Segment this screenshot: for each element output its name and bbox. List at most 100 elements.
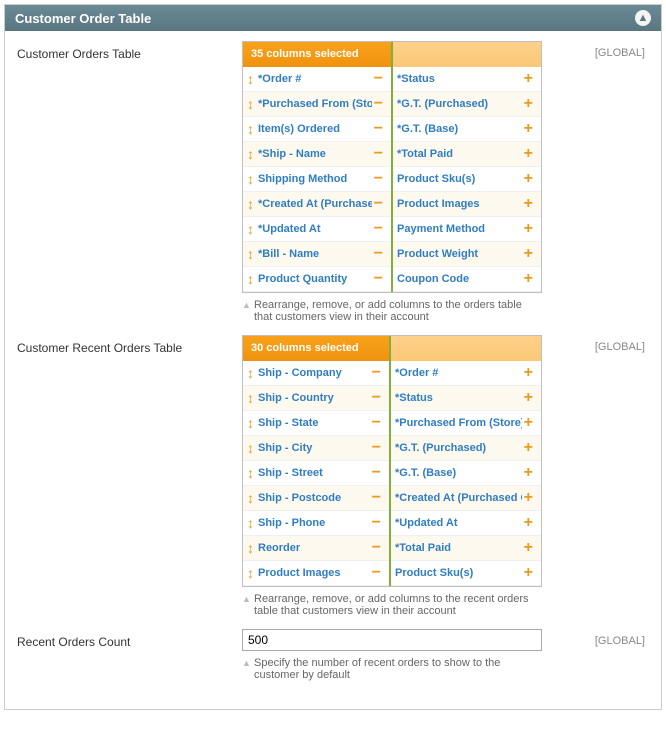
drag-handle-icon[interactable]: ↕	[247, 441, 254, 455]
column-item[interactable]: ↕Ship - Phone−	[243, 511, 389, 536]
column-item[interactable]: *G.T. (Base)+	[391, 461, 541, 486]
drag-handle-icon[interactable]: ↕	[247, 172, 254, 186]
add-icon[interactable]: +	[522, 246, 535, 262]
add-icon[interactable]: +	[522, 196, 535, 212]
column-item[interactable]: ↕Reorder−	[243, 536, 389, 561]
column-item[interactable]: ↕ Product Quantity−	[243, 267, 391, 292]
add-icon[interactable]: +	[522, 271, 535, 287]
remove-icon[interactable]: −	[372, 221, 385, 237]
column-item[interactable]: ↕Shipping Method−	[243, 167, 391, 192]
add-icon[interactable]: +	[522, 465, 535, 481]
remove-icon[interactable]: −	[372, 246, 385, 262]
drag-handle-icon[interactable]: ↕	[247, 247, 254, 261]
column-item[interactable]: *G.T. (Base)+	[393, 117, 541, 142]
column-label: Product Quantity	[258, 273, 372, 285]
column-item[interactable]: ↕*Bill - Name−	[243, 242, 391, 267]
drag-handle-icon[interactable]: ↕	[247, 541, 254, 555]
selected-header: 35 columns selected	[243, 42, 391, 67]
column-item[interactable]: ↕*Order #−	[243, 67, 391, 92]
column-item[interactable]: ↕Ship - Postcode−	[243, 486, 389, 511]
column-item[interactable]: ↕ *Ship - Name−	[243, 142, 391, 167]
drag-handle-icon[interactable]: ↕	[247, 391, 254, 405]
remove-icon[interactable]: −	[372, 146, 385, 162]
remove-icon[interactable]: −	[370, 540, 383, 556]
column-item[interactable]: ↕*Created At (Purchased On)−	[243, 192, 391, 217]
remove-icon[interactable]: −	[370, 465, 383, 481]
column-item[interactable]: Coupon Code+	[393, 267, 541, 292]
collapse-icon[interactable]: ▲	[635, 10, 651, 26]
add-icon[interactable]: +	[522, 71, 535, 87]
column-label: Ship - Company	[258, 367, 370, 379]
add-icon[interactable]: +	[522, 121, 535, 137]
recent-orders-count-input[interactable]	[242, 629, 542, 651]
remove-icon[interactable]: −	[372, 271, 385, 287]
drag-handle-icon[interactable]: ↕	[247, 72, 254, 86]
remove-icon[interactable]: −	[372, 71, 385, 87]
remove-icon[interactable]: −	[370, 365, 383, 381]
column-item[interactable]: ↕Ship - City−	[243, 436, 389, 461]
column-label: *G.T. (Purchased)	[397, 98, 522, 110]
column-item[interactable]: *Purchased From (Store)+	[391, 411, 541, 436]
column-item[interactable]: *Total Paid+	[393, 142, 541, 167]
column-item[interactable]: ↕*Purchased From (Store)−	[243, 92, 391, 117]
drag-handle-icon[interactable]: ↕	[247, 491, 254, 505]
column-item[interactable]: ↕*Updated At−	[243, 217, 391, 242]
column-item[interactable]: ↕Product Images−	[243, 561, 389, 586]
column-item[interactable]: Product Images+	[393, 192, 541, 217]
remove-icon[interactable]: −	[372, 171, 385, 187]
drag-handle-icon[interactable]: ↕	[247, 122, 254, 136]
add-icon[interactable]: +	[522, 365, 535, 381]
drag-handle-icon[interactable]: ↕	[247, 97, 254, 111]
column-label: *Ship - Name	[258, 148, 372, 160]
remove-icon[interactable]: −	[372, 121, 385, 137]
add-icon[interactable]: +	[522, 96, 535, 112]
add-icon[interactable]: +	[522, 415, 535, 431]
remove-icon[interactable]: −	[370, 490, 383, 506]
column-item[interactable]: Product Weight+	[393, 242, 541, 267]
column-item[interactable]: *Total Paid+	[391, 536, 541, 561]
remove-icon[interactable]: −	[370, 415, 383, 431]
column-item[interactable]: Payment Method+	[393, 217, 541, 242]
column-item[interactable]: ↕Ship - State−	[243, 411, 389, 436]
drag-handle-icon[interactable]: ↕	[247, 566, 254, 580]
add-icon[interactable]: +	[522, 171, 535, 187]
add-icon[interactable]: +	[522, 440, 535, 456]
drag-handle-icon[interactable]: ↕	[247, 416, 254, 430]
add-icon[interactable]: +	[522, 490, 535, 506]
column-item[interactable]: *G.T. (Purchased)+	[391, 436, 541, 461]
column-item[interactable]: *Status+	[393, 67, 541, 92]
remove-icon[interactable]: −	[370, 440, 383, 456]
column-label: *G.T. (Base)	[397, 123, 522, 135]
drag-handle-icon[interactable]: ↕	[247, 222, 254, 236]
column-item[interactable]: ↕Item(s) Ordered−	[243, 117, 391, 142]
add-icon[interactable]: +	[522, 515, 535, 531]
drag-handle-icon[interactable]: ↕	[247, 147, 254, 161]
remove-icon[interactable]: −	[372, 196, 385, 212]
drag-handle-icon[interactable]: ↕	[247, 197, 254, 211]
drag-handle-icon[interactable]: ↕	[247, 272, 254, 286]
drag-handle-icon[interactable]: ↕	[247, 366, 254, 380]
remove-icon[interactable]: −	[372, 96, 385, 112]
column-item[interactable]: *Status+	[391, 386, 541, 411]
customer-recent-orders-table-row: Customer Recent Orders Table [GLOBAL] 30…	[17, 335, 649, 617]
column-item[interactable]: *Updated At+	[391, 511, 541, 536]
column-item[interactable]: *Created At (Purchased On)+	[391, 486, 541, 511]
column-item[interactable]: Product Sku(s)+	[393, 167, 541, 192]
column-item[interactable]: ↕ Ship - Company−	[243, 361, 389, 386]
column-item[interactable]: Product Sku(s)+	[391, 561, 541, 586]
drag-handle-icon[interactable]: ↕	[247, 516, 254, 530]
add-icon[interactable]: +	[522, 146, 535, 162]
remove-icon[interactable]: −	[370, 390, 383, 406]
panel-title: Customer Order Table	[15, 11, 151, 26]
add-icon[interactable]: +	[522, 565, 535, 581]
remove-icon[interactable]: −	[370, 565, 383, 581]
column-item[interactable]: ↕Ship - Country−	[243, 386, 389, 411]
add-icon[interactable]: +	[522, 221, 535, 237]
drag-handle-icon[interactable]: ↕	[247, 466, 254, 480]
column-item[interactable]: *G.T. (Purchased)+	[393, 92, 541, 117]
column-item[interactable]: *Order #+	[391, 361, 541, 386]
add-icon[interactable]: +	[522, 540, 535, 556]
column-item[interactable]: ↕Ship - Street−	[243, 461, 389, 486]
add-icon[interactable]: +	[522, 390, 535, 406]
remove-icon[interactable]: −	[370, 515, 383, 531]
